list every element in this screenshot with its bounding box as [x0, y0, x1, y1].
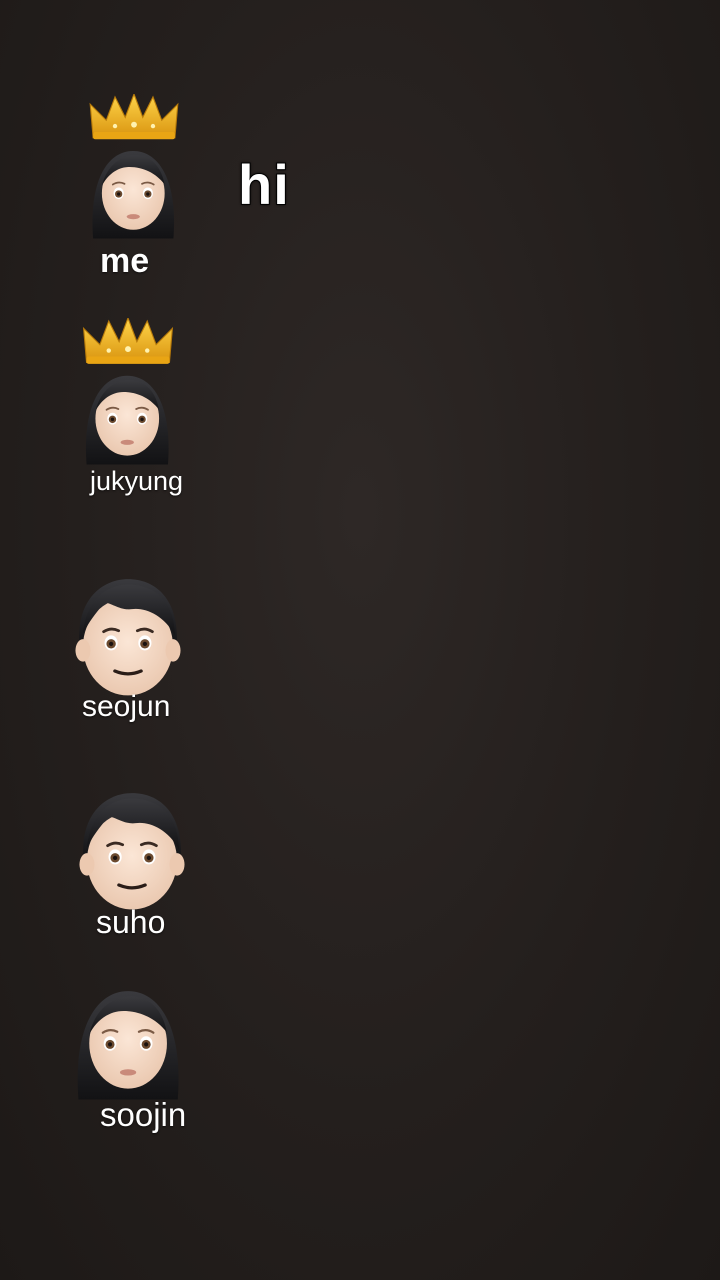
character-soojin: soojin: [58, 964, 218, 1144]
character-name: suho: [96, 904, 166, 940]
character-me: me: [68, 94, 204, 294]
woman-face-icon: [76, 989, 180, 1101]
woman-with-crown-icon: [83, 318, 173, 466]
character-name: me: [100, 242, 150, 280]
speech-text: hi: [237, 152, 290, 217]
character-seojun: seojun: [66, 566, 206, 726]
character-suho: suho: [70, 780, 210, 940]
boy-face-icon: [73, 577, 183, 698]
character-name: soojin: [100, 1096, 187, 1133]
character-jukyung: jukyung: [62, 318, 212, 508]
character-name: jukyung: [90, 466, 184, 496]
boy-face-icon: [77, 791, 187, 912]
story-canvas: me hi jukyung seojun suho soojin: [0, 0, 720, 1280]
character-name: seojun: [82, 690, 171, 723]
woman-with-crown-icon: [89, 94, 179, 240]
